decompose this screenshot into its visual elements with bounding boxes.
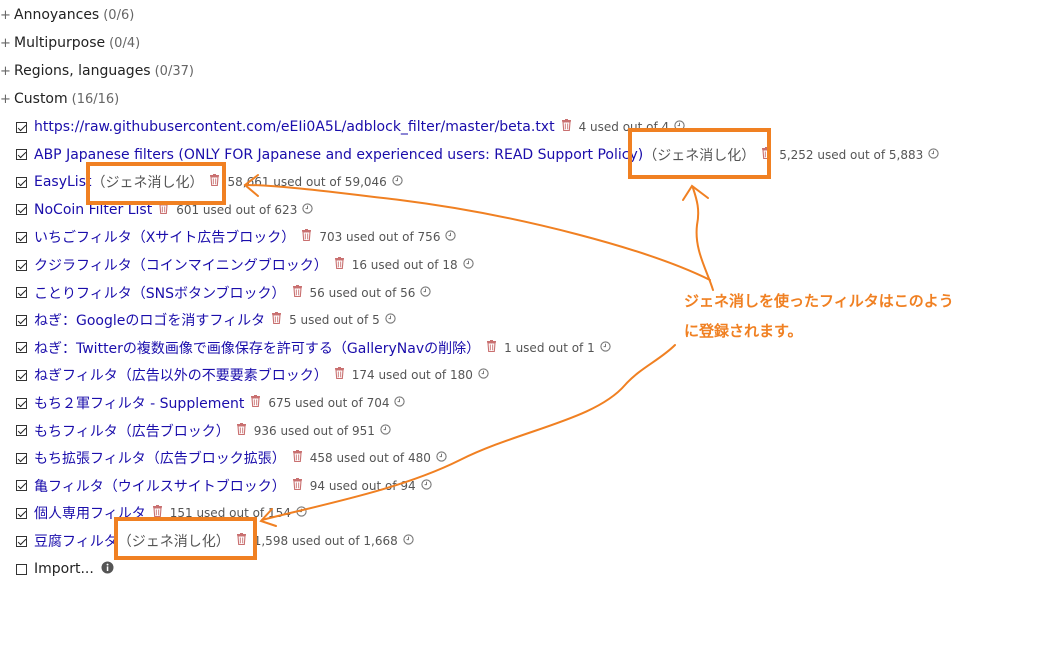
annotation-line-1: ジェネ消しを使ったフィルタはこのよう xyxy=(684,292,954,310)
annotation-line-2: に登録されます。 xyxy=(684,322,803,340)
annotation-note: ジェネ消しを使ったフィルタはこのよう に登録されます。 xyxy=(684,286,984,346)
